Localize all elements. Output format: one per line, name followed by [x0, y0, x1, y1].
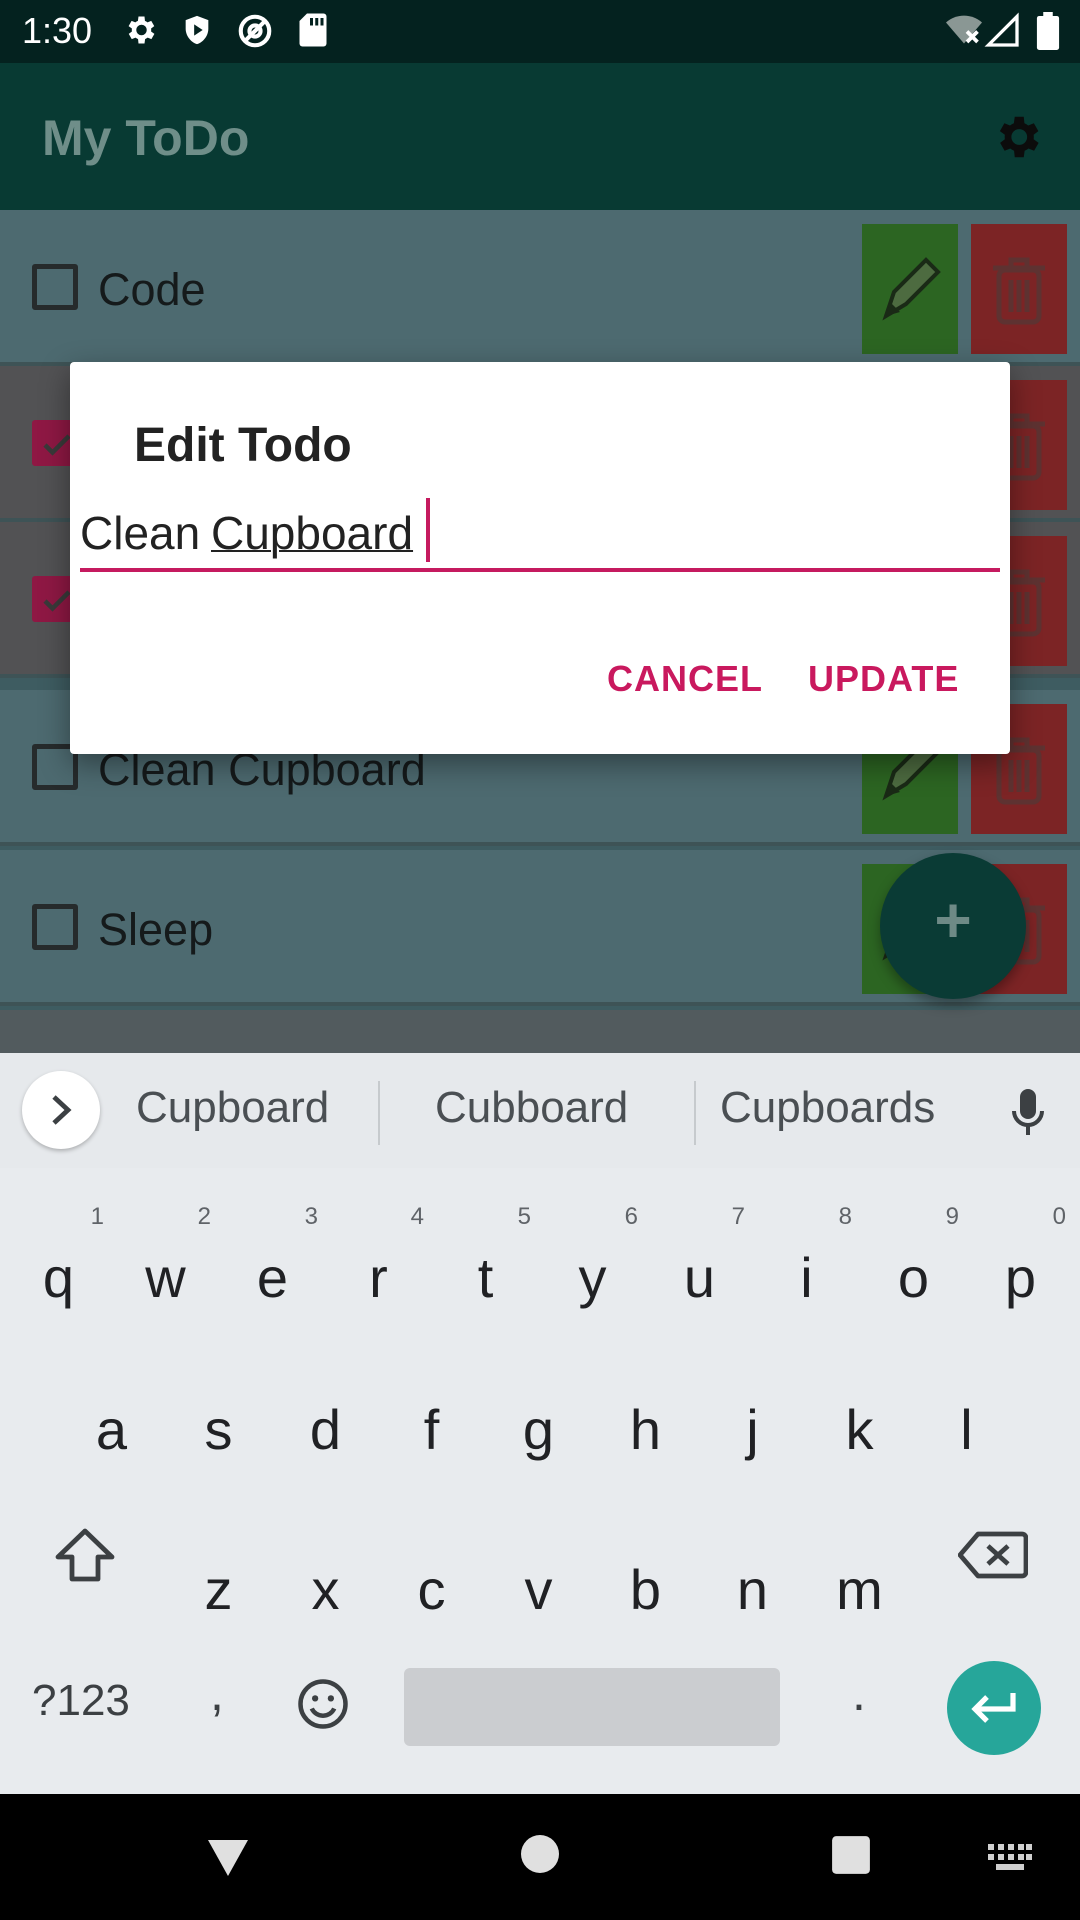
key-h[interactable]: h — [592, 1375, 699, 1485]
at-sign-icon — [236, 12, 274, 55]
key-a[interactable]: a — [58, 1375, 165, 1485]
smiley-icon — [298, 1679, 348, 1729]
key-e[interactable]: 3e — [219, 1203, 326, 1333]
trash-icon — [993, 257, 1045, 325]
keyboard-switch-icon[interactable] — [988, 1844, 1032, 1875]
key-v[interactable]: v — [485, 1535, 592, 1645]
soft-keyboard: Cupboard Cubboard Cupboards 1q 2w 3e 4r … — [0, 1053, 1080, 1794]
todo-label: Sleep — [98, 904, 214, 955]
key-u[interactable]: 7u — [646, 1203, 753, 1333]
suggestion-strip: Cupboard Cubboard Cupboards — [0, 1053, 1080, 1168]
key-i[interactable]: 8i — [753, 1203, 860, 1333]
text-caret — [426, 498, 430, 562]
background-pattern — [0, 1010, 1080, 1053]
shift-arrow-icon — [55, 1528, 115, 1582]
key-w[interactable]: 2w — [112, 1203, 219, 1333]
key-k[interactable]: k — [806, 1375, 913, 1485]
input-text-composing-word: Cupboard — [211, 507, 414, 559]
todo-label: Code — [98, 264, 206, 315]
key-q[interactable]: 1q — [5, 1203, 112, 1333]
signal-icon — [984, 12, 1020, 53]
key-j[interactable]: j — [699, 1375, 806, 1485]
navigation-bar — [0, 1794, 1080, 1920]
sd-card-icon — [298, 12, 328, 53]
edit-button[interactable] — [862, 224, 958, 354]
add-todo-fab[interactable]: + — [880, 853, 1026, 999]
key-d[interactable]: d — [272, 1375, 379, 1485]
key-s[interactable]: s — [165, 1375, 272, 1485]
enter-arrow-icon — [971, 1693, 1016, 1723]
enter-key[interactable] — [947, 1661, 1041, 1755]
edit-todo-dialog: Edit Todo Clean Cupboard CANCEL UPDATE — [70, 362, 1010, 754]
todo-checkbox[interactable] — [32, 904, 78, 950]
key-g[interactable]: g — [485, 1375, 592, 1485]
key-x[interactable]: x — [272, 1535, 379, 1645]
home-circle-icon[interactable] — [520, 1834, 560, 1879]
shift-key[interactable] — [54, 1527, 116, 1588]
battery-icon — [1036, 12, 1060, 55]
status-time: 1:30 — [22, 10, 93, 51]
spacebar[interactable] — [404, 1668, 780, 1746]
symbols-key[interactable]: ?123 — [32, 1676, 130, 1726]
suggestion-divider — [694, 1081, 696, 1145]
input-text-first-word: Clean — [80, 507, 201, 559]
key-m[interactable]: m — [806, 1535, 913, 1645]
backspace-icon — [957, 1531, 1029, 1579]
gear-icon — [122, 12, 158, 53]
key-z[interactable]: z — [165, 1535, 272, 1645]
app-bar: My ToDo — [0, 63, 1080, 210]
todo-row-code[interactable]: Code — [0, 210, 1080, 366]
todo-text-input[interactable]: Clean Cupboard — [80, 498, 1000, 572]
shield-icon — [180, 12, 214, 53]
period-key[interactable]: . — [852, 1664, 866, 1722]
settings-gear-icon[interactable] — [990, 110, 1044, 169]
todo-checkbox[interactable] — [32, 264, 78, 310]
back-triangle-icon[interactable] — [204, 1836, 252, 1883]
key-n[interactable]: n — [699, 1535, 806, 1645]
suggestion-2[interactable]: Cubboard — [435, 1083, 628, 1133]
status-bar: 1:30 — [0, 0, 1080, 63]
microphone-icon[interactable] — [1008, 1087, 1048, 1144]
chevron-right-icon — [52, 1095, 72, 1125]
key-p[interactable]: 0p — [967, 1203, 1074, 1333]
plus-icon: + — [934, 884, 972, 956]
key-t[interactable]: 5t — [432, 1203, 539, 1333]
key-c[interactable]: c — [378, 1535, 485, 1645]
key-l[interactable]: l — [913, 1375, 1020, 1485]
pencil-icon — [882, 257, 941, 321]
dialog-title: Edit Todo — [134, 419, 352, 472]
wifi-off-icon — [944, 12, 984, 53]
key-y[interactable]: 6y — [539, 1203, 646, 1333]
key-b[interactable]: b — [592, 1535, 699, 1645]
delete-button[interactable] — [971, 224, 1067, 354]
key-o[interactable]: 9o — [860, 1203, 967, 1333]
cancel-button[interactable]: CANCEL — [607, 658, 763, 700]
update-button[interactable]: UPDATE — [808, 658, 959, 700]
backspace-key[interactable] — [957, 1530, 1029, 1585]
recents-square-icon[interactable] — [830, 1834, 872, 1881]
app-title: My ToDo — [42, 110, 250, 166]
comma-key[interactable]: , — [210, 1664, 224, 1722]
key-r[interactable]: 4r — [325, 1203, 432, 1333]
suggestion-1[interactable]: Cupboard — [136, 1083, 329, 1133]
emoji-key[interactable] — [296, 1677, 350, 1736]
key-f[interactable]: f — [378, 1375, 485, 1485]
expand-toolbar-button[interactable] — [22, 1071, 100, 1149]
suggestion-3[interactable]: Cupboards — [720, 1083, 935, 1133]
suggestion-divider — [378, 1081, 380, 1145]
